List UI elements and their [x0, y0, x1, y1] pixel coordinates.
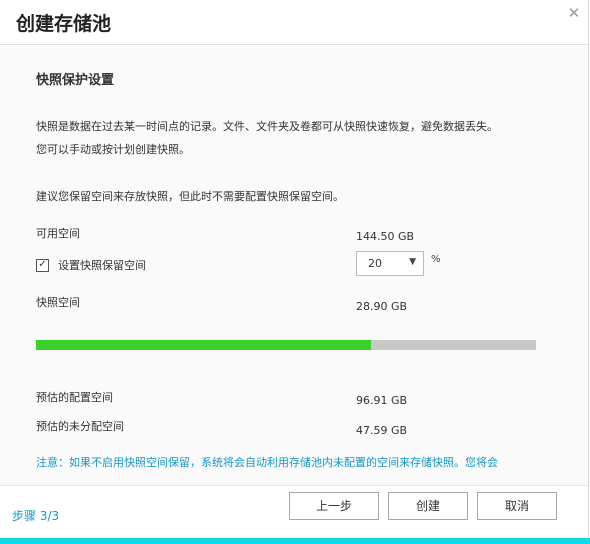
cancel-button[interactable]: 取消 [477, 492, 557, 520]
close-icon[interactable]: ✕ [564, 3, 584, 23]
estimated-configured-label: 预估的配置空间 [36, 391, 113, 404]
suggestion-text: 建议您保留空间来存放快照，但此时不需要配置快照保留空间。 [36, 190, 344, 203]
dialog-content: 快照保护设置 快照是数据在过去某一时间点的记录。文件、文件夹及卷都可从快照快速恢… [0, 45, 588, 486]
reserve-space-checkbox[interactable]: ✓ [36, 258, 49, 272]
percent-unit: % [431, 254, 441, 265]
estimated-configured-value: 96.91 GB [356, 394, 408, 407]
estimated-unallocated-value: 47.59 GB [356, 424, 408, 437]
title-bar: 创建存储池 ✕ [0, 0, 588, 45]
snapshot-space-value: 28.90 GB [356, 300, 408, 313]
available-space-label: 可用空间 [36, 227, 80, 240]
intro-text-line1: 快照是数据在过去某一时间点的记录。文件、文件夹及卷都可从快照快速恢复，避免数据丢… [36, 120, 498, 133]
dialog-title: 创建存储池 [16, 13, 112, 35]
chevron-down-icon: ▼ [409, 257, 416, 267]
reserve-space-label: 设置快照保留空间 [58, 259, 146, 272]
snapshot-space-label: 快照空间 [36, 296, 80, 309]
space-usage-fill [36, 340, 371, 350]
reserve-space-row: ✓ 设置快照保留空间 [36, 257, 146, 273]
create-button[interactable]: 创建 [388, 492, 468, 520]
available-space-value: 144.50 GB [356, 230, 415, 243]
intro-text-line2: 您可以手动或按计划创建快照。 [36, 143, 190, 156]
section-title: 快照保护设置 [36, 73, 115, 88]
estimated-unallocated-label: 预估的未分配空间 [36, 420, 124, 433]
note-text: 注意：如果不启用快照空间保留，系统将会自动利用存储池内未配置的空间来存储快照。您… [36, 456, 498, 469]
step-indicator: 步骤 3/3 [12, 509, 60, 523]
create-storage-pool-dialog: 创建存储池 ✕ 快照保护设置 快照是数据在过去某一时间点的记录。文件、文件夹及卷… [0, 0, 589, 544]
previous-step-button[interactable]: 上一步 [289, 492, 379, 520]
reserve-percent-select[interactable]: 20 ▼ [356, 251, 424, 276]
bottom-accent-bar [0, 538, 590, 544]
reserve-percent-value: 20 [368, 257, 382, 270]
space-usage-bar [36, 340, 536, 350]
dialog-footer: 步骤 3/3 上一步 创建 取消 [0, 486, 588, 538]
